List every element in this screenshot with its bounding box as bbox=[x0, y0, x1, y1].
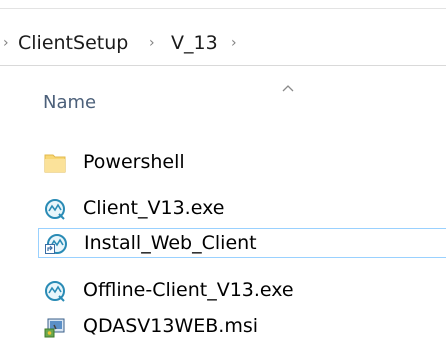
installer-exe-icon bbox=[45, 199, 65, 220]
breadcrumb-item-v13[interactable]: V_13 bbox=[171, 32, 218, 54]
file-name: Offline-Client_V13.exe bbox=[83, 279, 294, 301]
column-header-label[interactable]: Name bbox=[43, 92, 96, 113]
file-name: QDASV13WEB.msi bbox=[83, 315, 259, 337]
breadcrumb-separator-icon[interactable]: › bbox=[231, 35, 237, 51]
file-name: Powershell bbox=[83, 151, 185, 173]
file-row-powershell[interactable]: Powershell bbox=[38, 148, 446, 178]
address-bar[interactable]: › ClientSetup › V_13 › bbox=[0, 24, 446, 66]
file-name: Client_V13.exe bbox=[83, 197, 225, 219]
file-row-qdasv13web-msi[interactable]: QDASV13WEB.msi bbox=[38, 312, 446, 342]
msi-package-icon bbox=[44, 318, 65, 338]
installer-exe-icon bbox=[45, 281, 65, 302]
sort-ascending-icon bbox=[282, 85, 294, 92]
folder-icon bbox=[44, 154, 66, 173]
window-top-strip bbox=[0, 0, 446, 9]
file-row-install-web-client[interactable]: Install_Web_Client bbox=[38, 228, 446, 258]
shortcut-icon bbox=[45, 234, 67, 254]
breadcrumb-item-clientsetup[interactable]: ClientSetup bbox=[18, 32, 128, 54]
breadcrumb-separator-icon[interactable]: › bbox=[149, 35, 155, 51]
file-name: Install_Web_Client bbox=[84, 232, 257, 254]
breadcrumb-separator-icon[interactable]: › bbox=[3, 35, 9, 51]
file-row-client-v13-exe[interactable]: Client_V13.exe bbox=[38, 194, 446, 224]
file-row-offline-client-v13-exe[interactable]: Offline-Client_V13.exe bbox=[38, 276, 446, 306]
